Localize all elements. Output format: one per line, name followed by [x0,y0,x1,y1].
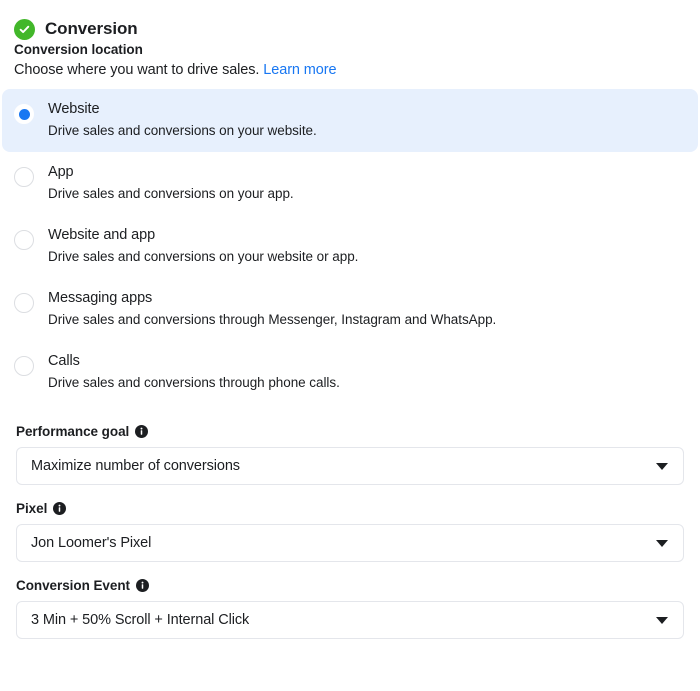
learn-more-link[interactable]: Learn more [263,62,336,78]
conversion-event-value: 3 Min + 50% Scroll + Internal Click [31,612,250,628]
radio-option-messaging-apps[interactable]: Messaging apps Drive sales and conversio… [2,278,698,341]
radio-option-description: Drive sales and conversions through Mess… [48,312,497,327]
pixel-label: Pixel [16,501,48,516]
caret-down-icon[interactable] [656,462,668,470]
conversion-location-description-text: Choose where you want to drive sales. [14,62,260,78]
info-icon[interactable] [135,579,149,592]
radio-option-website[interactable]: Website Drive sales and conversions on y… [2,89,698,152]
caret-down-icon[interactable] [656,616,668,624]
conversion-location-description: Choose where you want to drive sales. Le… [14,62,686,78]
conversion-event-select[interactable]: 3 Min + 50% Scroll + Internal Click [16,601,684,639]
radio-option-title: Website and app [48,227,156,243]
pixel-value: Jon Loomer's Pixel [31,535,152,551]
caret-down-icon[interactable] [656,539,668,547]
pixel-select[interactable]: Jon Loomer's Pixel [16,524,684,562]
check-circle-icon [14,18,35,40]
performance-goal-label-row: Performance goal [16,424,684,439]
radio-option-title: App [48,164,74,180]
pixel-field: Pixel Jon Loomer's Pixel [0,501,700,562]
info-icon[interactable] [135,425,149,438]
radio-icon[interactable] [14,293,34,313]
radio-icon[interactable] [14,356,34,376]
radio-option-description: Drive sales and conversions through phon… [48,375,340,390]
conversion-event-field: Conversion Event 3 Min + 50% Scroll + In… [0,578,700,639]
conversion-location-section: Conversion location Choose where you wan… [0,42,700,78]
conversion-event-label: Conversion Event [16,578,130,593]
radio-option-website-and-app[interactable]: Website and app Drive sales and conversi… [2,215,698,278]
pixel-label-row: Pixel [16,501,684,516]
radio-icon[interactable] [14,104,34,124]
radio-option-title: Website [48,101,100,117]
radio-option-description: Drive sales and conversions on your app. [48,186,294,201]
radio-option-description: Drive sales and conversions on your webs… [48,249,359,264]
radio-icon[interactable] [14,167,34,187]
performance-goal-select[interactable]: Maximize number of conversions [16,447,684,485]
radio-option-calls[interactable]: Calls Drive sales and conversions throug… [2,341,698,404]
section-header: Conversion [0,0,700,42]
radio-option-app[interactable]: App Drive sales and conversions on your … [2,152,698,215]
radio-option-title: Messaging apps [48,290,153,306]
radio-icon[interactable] [14,230,34,250]
performance-goal-value: Maximize number of conversions [31,458,240,474]
conversion-location-radio-group: Website Drive sales and conversions on y… [0,89,700,404]
radio-selected-dot [18,108,30,120]
page-title: Conversion [45,19,138,38]
info-icon[interactable] [53,502,67,515]
radio-option-description: Drive sales and conversions on your webs… [48,123,317,138]
conversion-location-label: Conversion location [14,42,143,57]
conversion-event-label-row: Conversion Event [16,578,684,593]
performance-goal-label: Performance goal [16,424,130,439]
performance-goal-field: Performance goal Maximize number of conv… [0,424,700,485]
radio-option-title: Calls [48,353,80,369]
